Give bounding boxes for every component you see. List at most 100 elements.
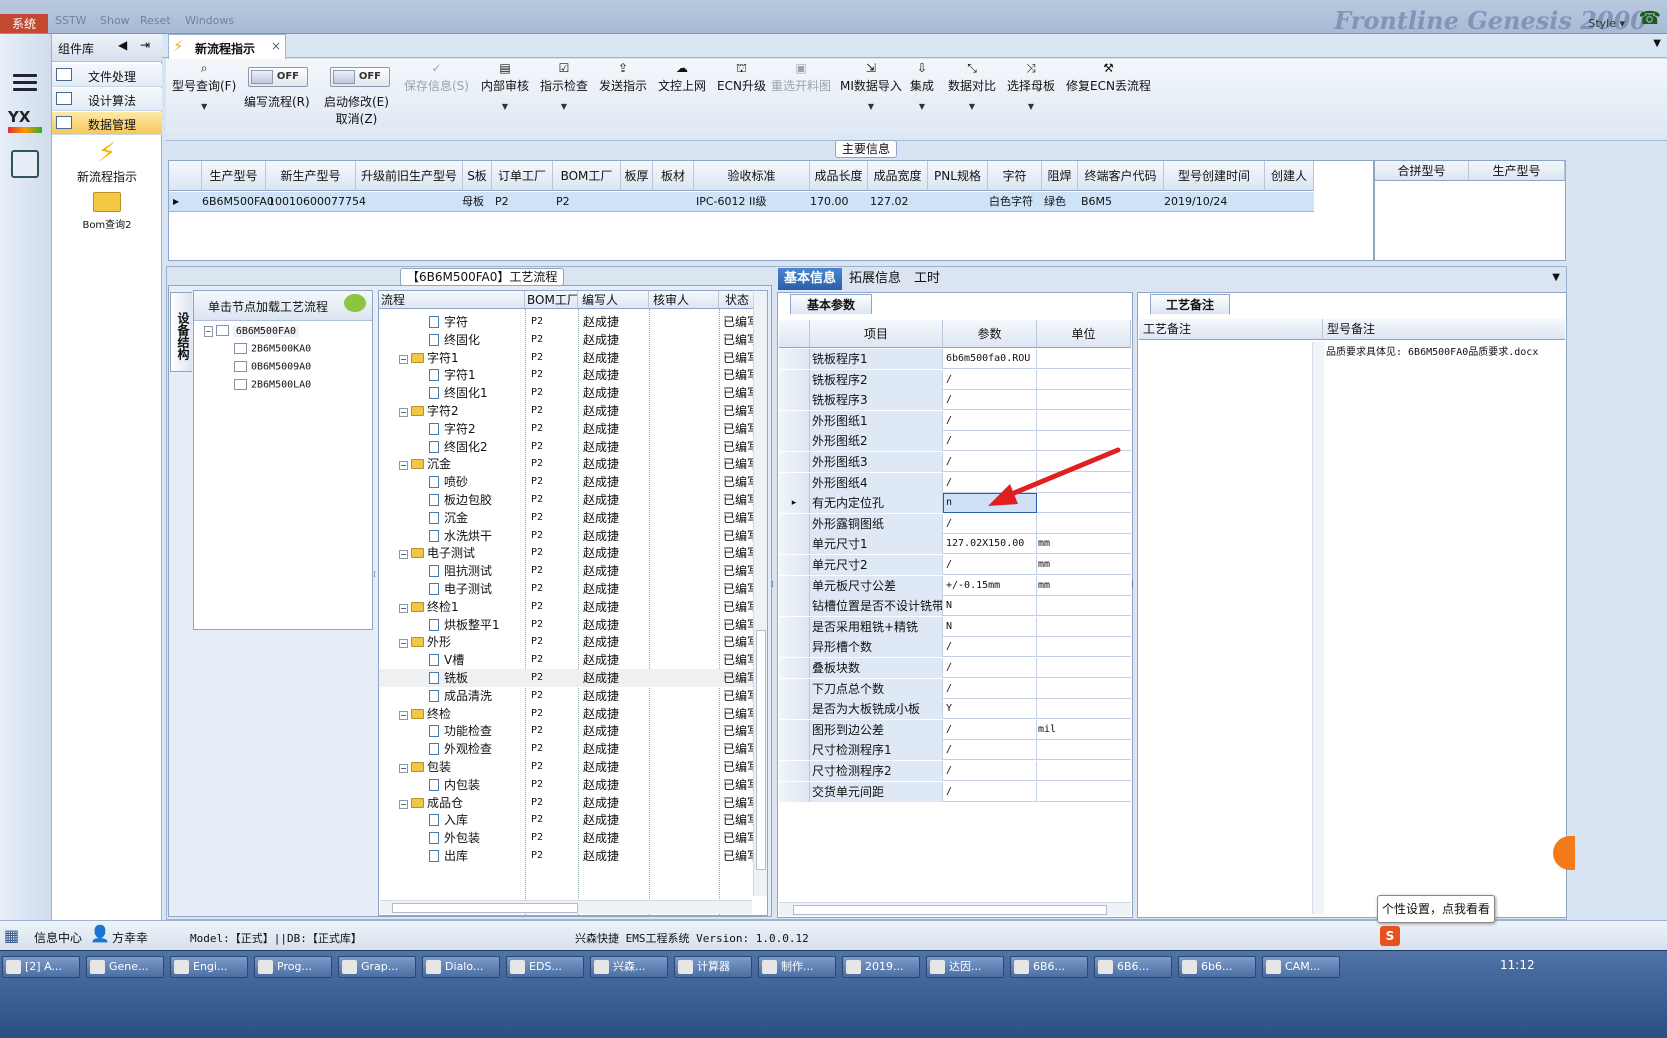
cell[interactable]: 绿色: [1044, 192, 1066, 211]
windows-grid-icon[interactable]: ▦: [4, 926, 24, 945]
cell[interactable]: P2: [531, 740, 543, 758]
param-row[interactable]: 交货单元间距 /: [779, 781, 1131, 802]
param-value[interactable]: /: [943, 555, 1037, 575]
row-header[interactable]: [779, 719, 810, 740]
cell[interactable]: 赵成捷: [583, 669, 619, 687]
param-value[interactable]: N: [943, 616, 1037, 637]
param-value[interactable]: +/-0.15mm: [943, 575, 1037, 596]
cell[interactable]: P2: [556, 192, 570, 211]
param-row[interactable]: 下刀点总个数 /: [779, 678, 1131, 699]
column-header[interactable]: 终端客户代码: [1078, 161, 1164, 191]
row-header[interactable]: [779, 431, 810, 452]
row-header[interactable]: [779, 410, 810, 431]
column-header[interactable]: 型号备注: [1323, 319, 1565, 340]
column-header[interactable]: 项目: [810, 320, 943, 348]
column-header[interactable]: S板: [463, 161, 492, 191]
param-row[interactable]: 钻槽位置是否不设计铣带 N: [779, 596, 1131, 617]
cell[interactable]: 赵成捷: [583, 562, 619, 580]
column-header[interactable]: PNL规格: [928, 161, 988, 191]
process-row[interactable]: 电子测试 P2 赵成捷 已编写: [379, 580, 759, 598]
tree-root-node[interactable]: −6B6M500FA0: [204, 325, 300, 337]
process-row[interactable]: 终固化2 P2 赵成捷 已编写: [379, 438, 759, 456]
scroll-thumb[interactable]: [392, 903, 578, 913]
cell[interactable]: P2: [531, 509, 543, 527]
cell[interactable]: 赵成捷: [583, 633, 619, 651]
row-header[interactable]: [779, 637, 810, 658]
collapse-icon[interactable]: −: [399, 799, 408, 809]
cell[interactable]: P2: [531, 669, 543, 687]
hamburger-menu-icon[interactable]: [13, 74, 37, 92]
tab-list-icon[interactable]: ▼: [1552, 272, 1560, 283]
process-row[interactable]: − 电子测试 P2 赵成捷 已编写: [379, 544, 759, 562]
component-item-algorithm[interactable]: 设计算法: [52, 88, 162, 111]
process-row[interactable]: 终固化1 P2 赵成捷 已编写: [379, 384, 759, 402]
cell[interactable]: P2: [531, 633, 543, 651]
process-row[interactable]: V槽 P2 赵成捷 已编写: [379, 651, 759, 669]
vertical-scrollbar[interactable]: [1312, 342, 1324, 914]
taskbar-item[interactable]: 6B6...: [1010, 956, 1088, 978]
row-header[interactable]: [779, 699, 810, 720]
cell[interactable]: P2: [531, 705, 543, 723]
column-header[interactable]: 工艺备注: [1139, 319, 1323, 340]
write-flow-toggle[interactable]: OFF: [248, 67, 308, 87]
column-header[interactable]: 成品长度: [810, 161, 868, 191]
process-row[interactable]: 字符2 P2 赵成捷 已编写: [379, 420, 759, 438]
column-header[interactable]: BOM工厂: [525, 291, 578, 309]
process-row[interactable]: 终固化 P2 赵成捷 已编写: [379, 331, 759, 349]
collapse-icon[interactable]: −: [399, 710, 408, 720]
cell[interactable]: P2: [531, 722, 543, 740]
yx-app-icon[interactable]: YX: [8, 108, 42, 138]
process-row[interactable]: 外包装 P2 赵成捷 已编写: [379, 829, 759, 847]
row-header[interactable]: [779, 616, 810, 637]
cell[interactable]: 赵成捷: [583, 544, 619, 562]
process-row[interactable]: 沉金 P2 赵成捷 已编写: [379, 509, 759, 527]
column-header[interactable]: 合拼型号: [1375, 161, 1469, 181]
taskbar-item[interactable]: EDS...: [506, 956, 584, 978]
style-dropdown[interactable]: Style ▾: [1588, 17, 1625, 30]
cell[interactable]: 赵成捷: [583, 313, 619, 331]
column-header[interactable]: 生产型号: [1469, 161, 1565, 181]
column-header[interactable]: 核审人: [649, 291, 719, 309]
row-header[interactable]: [779, 555, 810, 575]
cell[interactable]: P2: [531, 527, 543, 545]
param-value[interactable]: /: [943, 410, 1037, 431]
cell[interactable]: 赵成捷: [583, 473, 619, 491]
tree-node[interactable]: 2B6M500KA0: [234, 343, 311, 355]
taskbar-item[interactable]: Engi...: [170, 956, 248, 978]
select-motherboard-button[interactable]: ⤨ 选择母板 ▼: [1007, 61, 1055, 111]
cell[interactable]: P2: [531, 384, 543, 402]
collapse-icon[interactable]: −: [399, 354, 408, 364]
cell[interactable]: P2: [531, 847, 543, 865]
tab-work-hours[interactable]: 工时: [908, 268, 946, 290]
row-header[interactable]: [779, 761, 810, 781]
taskbar-item[interactable]: 6B6...: [1094, 956, 1172, 978]
process-row[interactable]: − 终检1 P2 赵成捷 已编写: [379, 598, 759, 616]
collapse-left-icon[interactable]: ◀: [118, 38, 127, 52]
taskbar-item[interactable]: 计算器: [674, 956, 752, 978]
horizontal-scrollbar[interactable]: [779, 902, 1131, 916]
column-header[interactable]: 流程: [379, 291, 525, 309]
taskbar-item[interactable]: Prog...: [254, 956, 332, 978]
collapse-icon[interactable]: −: [399, 603, 408, 613]
taskbar-item[interactable]: Gene...: [86, 956, 164, 978]
scroll-thumb[interactable]: [756, 630, 766, 870]
close-icon[interactable]: ×: [271, 39, 281, 53]
cell[interactable]: 赵成捷: [583, 651, 619, 669]
param-row[interactable]: 尺寸检测程序1/: [779, 740, 1131, 761]
collapse-icon[interactable]: −: [399, 764, 408, 773]
taskbar-item[interactable]: 6b6...: [1178, 956, 1256, 978]
cell[interactable]: 赵成捷: [583, 758, 619, 776]
process-row[interactable]: 外观检查 P2 赵成捷 已编写: [379, 740, 759, 758]
column-header[interactable]: 单位: [1037, 320, 1131, 348]
cell[interactable]: P2: [531, 829, 543, 847]
process-row[interactable]: − 外形 P2 赵成捷 已编写: [379, 633, 759, 651]
process-row[interactable]: 字符 P2 赵成捷 已编写: [379, 313, 759, 331]
mi-data-import-button[interactable]: ⇲ MI数据导入 ▼: [840, 61, 902, 111]
process-row[interactable]: 内包装 P2 赵成捷 已编写: [379, 776, 759, 794]
param-value[interactable]: 127.02X150.00: [943, 534, 1037, 555]
process-row[interactable]: 烘板整平1 P2 赵成捷 已编写: [379, 616, 759, 634]
pin-icon[interactable]: ⇥: [140, 38, 150, 52]
cell[interactable]: P2: [531, 491, 543, 509]
param-row[interactable]: 外形露铜图纸 /: [779, 513, 1131, 534]
row-header[interactable]: [779, 658, 810, 678]
